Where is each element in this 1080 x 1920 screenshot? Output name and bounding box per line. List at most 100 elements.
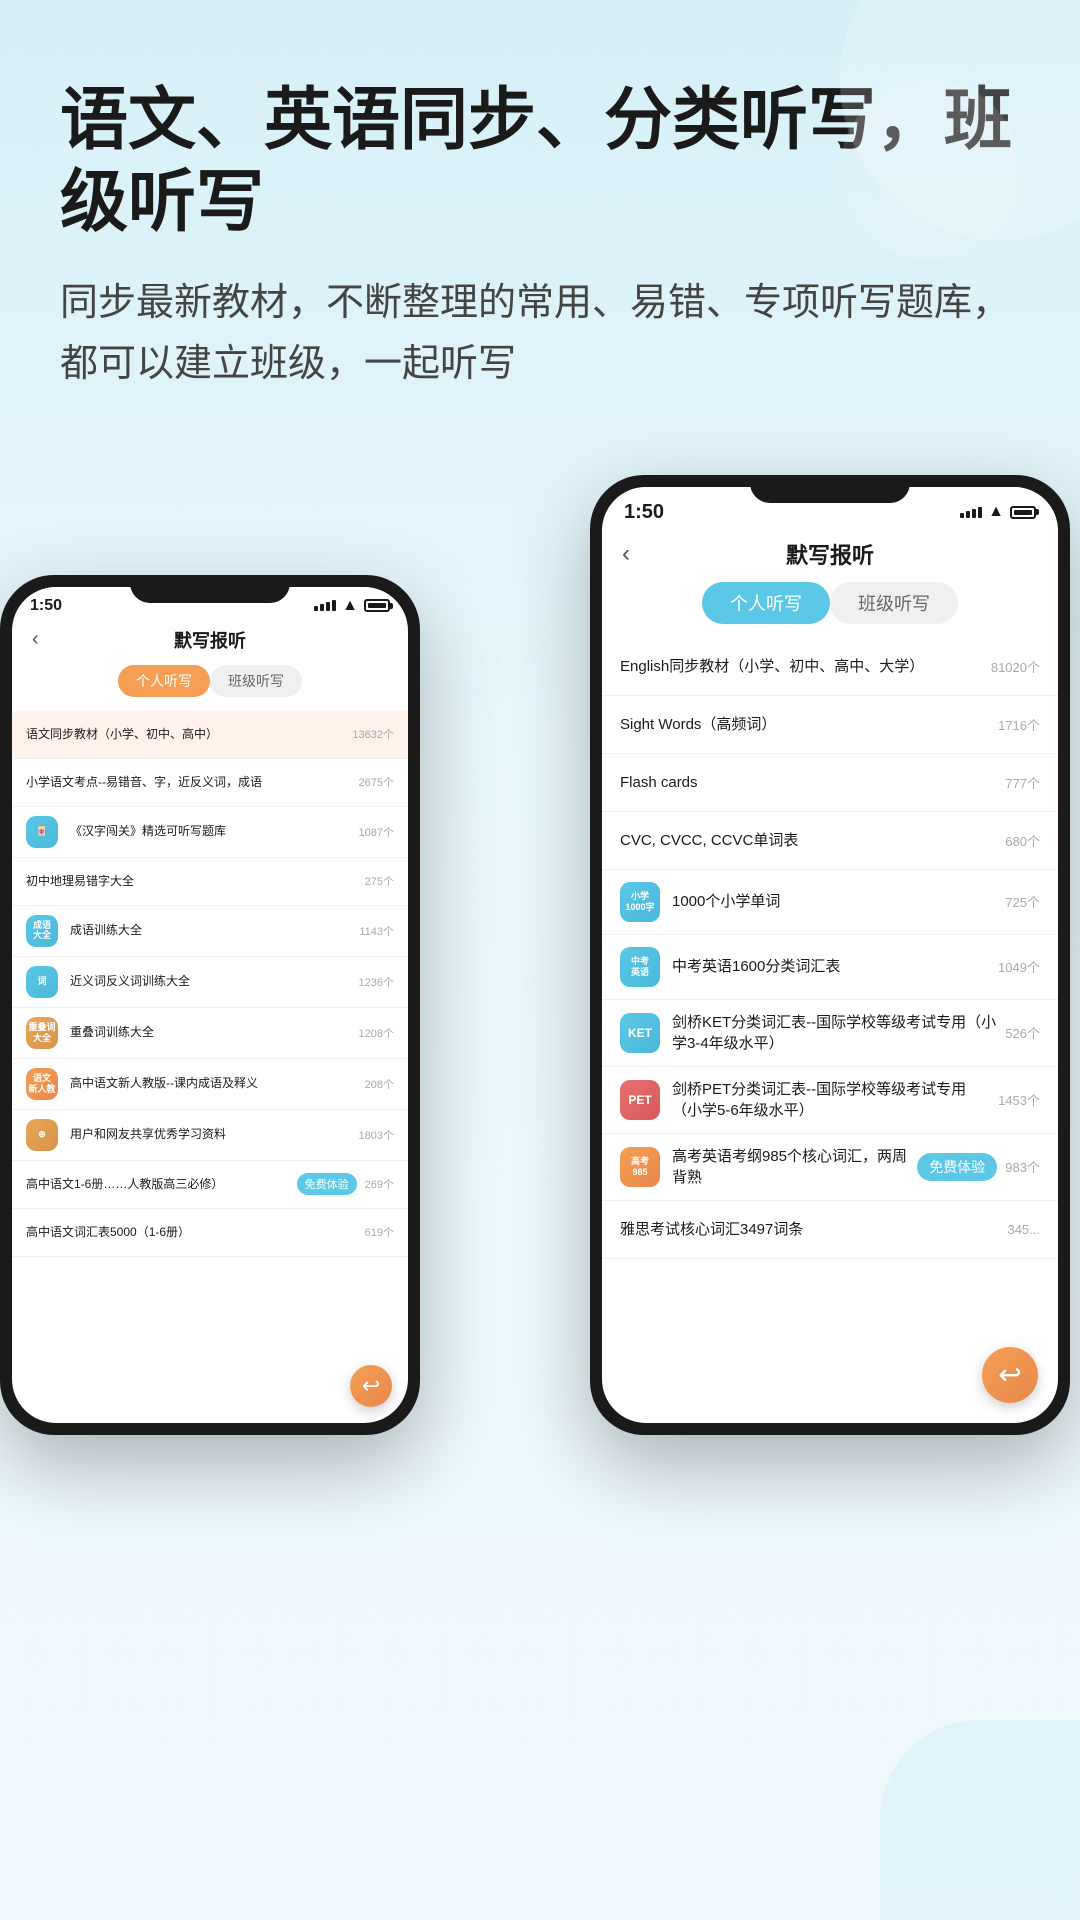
item-count: 1143个 <box>359 923 394 939</box>
list-item[interactable]: 中考英语 中考英语1600分类词汇表 1049个 <box>602 935 1058 1000</box>
back-button-left[interactable]: ‹ <box>32 628 39 651</box>
item-count: 1208个 <box>359 1025 394 1041</box>
item-icon-chongdie: 重叠词大全 <box>26 1017 58 1049</box>
status-icons-left: ▲ <box>314 597 390 615</box>
list-right: English同步教材（小学、初中、高中、大学） 81020个 Sight Wo… <box>602 638 1058 1423</box>
signal-icon-right <box>960 507 982 518</box>
status-bar-left: 1:50 ▲ <box>12 587 408 619</box>
item-text: 成语训练大全 <box>70 922 351 939</box>
list-item[interactable]: PET 剑桥PET分类词汇表--国际学校等级考试专用（小学5-6年级水平） 14… <box>602 1067 1058 1134</box>
list-item[interactable]: CVC, CVCC, CCVC单词表 680个 <box>602 812 1058 870</box>
item-text: Sight Words（高频词） <box>620 714 990 735</box>
list-item[interactable]: English同步教材（小学、初中、高中、大学） 81020个 <box>602 638 1058 696</box>
item-text: 高中语文新人教版--课内成语及释义 <box>70 1075 357 1092</box>
list-item[interactable]: 小学语文考点--易错音、字，近反义词，成语 2675个 <box>12 759 408 807</box>
item-count: 275个 <box>365 873 394 889</box>
list-item[interactable]: 雅思考试核心词汇3497词条 345... <box>602 1201 1058 1259</box>
time-right: 1:50 <box>624 501 664 524</box>
item-text: 近义词反义词训练大全 <box>70 973 351 990</box>
item-count: 680个 <box>1005 831 1040 850</box>
item-icon-ci: 词 <box>26 966 58 998</box>
item-icon-chengyu: 成语大全 <box>26 915 58 947</box>
item-count: 208个 <box>365 1076 394 1092</box>
phone-left: 1:50 ▲ ‹ 默写报听 <box>0 575 420 1435</box>
item-text: 用户和网友共享优秀学习资料 <box>70 1126 351 1143</box>
item-count: 983个 <box>1005 1157 1040 1176</box>
item-text: 剑桥KET分类词汇表--国际学校等级考试专用（小学3-4年级水平） <box>672 1012 997 1054</box>
status-bar-right: 1:50 ▲ <box>602 487 1058 530</box>
phone-left-screen: 1:50 ▲ ‹ 默写报听 <box>12 587 408 1423</box>
phones-container: 1:50 ▲ ‹ 默写报听 <box>0 475 1080 1755</box>
item-text: 雅思考试核心词汇3497词条 <box>620 1219 999 1240</box>
item-count: 345... <box>1007 1222 1040 1237</box>
item-text: 初中地理易错字大全 <box>26 873 357 890</box>
item-count: 1087个 <box>359 824 394 840</box>
item-text: 高中语文1-6册……人教版高三必修） <box>26 1176 297 1193</box>
item-count: 13632个 <box>352 726 394 742</box>
free-badge-left[interactable]: 免费体验 <box>297 1173 357 1195</box>
list-item[interactable]: 语文新人教 高中语文新人教版--课内成语及释义 208个 <box>12 1059 408 1110</box>
item-text: 剑桥PET分类词汇表--国际学校等级考试专用（小学5-6年级水平） <box>672 1079 990 1121</box>
item-text: English同步教材（小学、初中、高中、大学） <box>620 656 983 677</box>
item-text: 高考英语考纲985个核心词汇，两周背熟 <box>672 1146 917 1188</box>
list-item[interactable]: KET 剑桥KET分类词汇表--国际学校等级考试专用（小学3-4年级水平） 52… <box>602 1000 1058 1067</box>
item-icon-pet: PET <box>620 1080 660 1120</box>
fab-right[interactable]: ↩ <box>982 1347 1038 1403</box>
list-item[interactable]: 高考985 高考英语考纲985个核心词汇，两周背熟 免费体验 983个 <box>602 1134 1058 1201</box>
item-count: 269个 <box>365 1176 394 1192</box>
tab-personal-right[interactable]: 个人听写 <box>702 582 830 624</box>
tab-personal-left[interactable]: 个人听写 <box>118 665 210 697</box>
item-icon-yuwen: 语文新人教 <box>26 1068 58 1100</box>
item-text: 1000个小学单词 <box>672 891 997 912</box>
item-text: CVC, CVCC, CCVC单词表 <box>620 830 997 851</box>
item-icon-ket: KET <box>620 1013 660 1053</box>
list-item[interactable]: 词 近义词反义词训练大全 1236个 <box>12 957 408 1008</box>
back-button-right[interactable]: ‹ <box>622 540 630 568</box>
list-item[interactable]: 初中地理易错字大全 275个 <box>12 858 408 906</box>
item-text: 中考英语1600分类词汇表 <box>672 956 990 977</box>
item-count: 1716个 <box>998 715 1040 734</box>
item-count: 777个 <box>1005 773 1040 792</box>
list-item[interactable]: Sight Words（高频词） 1716个 <box>602 696 1058 754</box>
item-text: 语文同步教材（小学、初中、高中） <box>26 726 344 743</box>
list-item[interactable]: 高中语文1-6册……人教版高三必修） 免费体验 269个 <box>12 1161 408 1209</box>
list-item[interactable]: 🀄 《汉字闯关》精选可听写题库 1087个 <box>12 807 408 858</box>
list-left: 语文同步教材（小学、初中、高中） 13632个 小学语文考点--易错音、字，近反… <box>12 711 408 1423</box>
tab-class-left[interactable]: 班级听写 <box>210 665 302 697</box>
list-item[interactable]: 成语大全 成语训练大全 1143个 <box>12 906 408 957</box>
item-count: 1236个 <box>359 974 394 990</box>
item-count: 1453个 <box>998 1090 1040 1109</box>
screen-title-left: 默写报听 <box>174 627 246 653</box>
item-count: 81020个 <box>991 657 1040 676</box>
item-count: 1049个 <box>998 957 1040 976</box>
main-title: 语文、英语同步、分类听写，班级听写 <box>60 80 1020 243</box>
item-text: 小学语文考点--易错音、字，近反义词，成语 <box>26 774 351 791</box>
sub-title: 同步最新教材，不断整理的常用、易错、专项听写题库，都可以建立班级，一起听写 <box>60 273 1020 395</box>
item-icon-zhongkao: 中考英语 <box>620 947 660 987</box>
item-text: Flash cards <box>620 772 997 793</box>
fab-left[interactable]: ↩ <box>350 1365 392 1407</box>
screen-title-right: 默写报听 <box>786 538 874 570</box>
battery-icon-left <box>364 599 390 612</box>
tabs-left: 个人听写 班级听写 <box>12 665 408 711</box>
list-item[interactable]: Flash cards 777个 <box>602 754 1058 812</box>
item-count: 619个 <box>365 1224 394 1240</box>
screen-header-left: ‹ 默写报听 <box>12 619 408 665</box>
list-item[interactable]: 小学1000字 1000个小学单词 725个 <box>602 870 1058 935</box>
item-icon-gaokao: 高考985 <box>620 1147 660 1187</box>
tab-class-right[interactable]: 班级听写 <box>830 582 958 624</box>
item-icon-xiaoxue: 小学1000字 <box>620 882 660 922</box>
item-text: 重叠词训练大全 <box>70 1024 351 1041</box>
list-item[interactable]: 语文同步教材（小学、初中、高中） 13632个 <box>12 711 408 759</box>
item-icon-share: ⊕ <box>26 1119 58 1151</box>
status-icons-right: ▲ <box>960 503 1036 521</box>
list-item[interactable]: 高中语文词汇表5000（1-6册） 619个 <box>12 1209 408 1257</box>
list-item[interactable]: ⊕ 用户和网友共享优秀学习资料 1803个 <box>12 1110 408 1161</box>
list-item[interactable]: 重叠词大全 重叠词训练大全 1208个 <box>12 1008 408 1059</box>
item-text: 高中语文词汇表5000（1-6册） <box>26 1224 357 1241</box>
phone-right-screen: 1:50 ▲ ‹ 默写报听 <box>602 487 1058 1423</box>
free-badge-right[interactable]: 免费体验 <box>917 1153 997 1181</box>
item-icon-hanzi: 🀄 <box>26 816 58 848</box>
wifi-icon-left: ▲ <box>342 597 358 615</box>
signal-icon-left <box>314 600 336 611</box>
